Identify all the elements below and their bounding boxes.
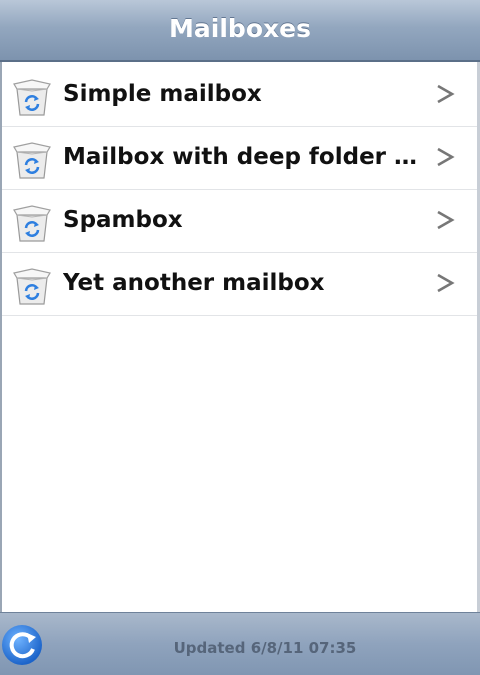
mailbox-label: Mailbox with deep folder hierarchy <box>63 144 425 170</box>
last-updated-status: Updated 6/8/11 07:35 <box>173 639 357 657</box>
mailbox-row-spambox[interactable]: Spambox <box>2 190 477 253</box>
chevron-right-icon <box>437 147 455 167</box>
mailbox-icon <box>13 79 51 116</box>
mailbox-row-deep-folder[interactable]: Mailbox with deep folder hierarchy <box>2 127 477 190</box>
chevron-right-icon <box>437 210 455 230</box>
mailbox-label: Yet another mailbox <box>63 270 325 296</box>
mailbox-row-another[interactable]: Yet another mailbox <box>2 253 477 316</box>
mailbox-row-simple[interactable]: Simple mailbox <box>2 64 477 127</box>
mailbox-label: Spambox <box>63 207 183 233</box>
chevron-right-icon <box>437 84 455 104</box>
refresh-icon <box>2 625 42 665</box>
mailbox-icon <box>13 205 51 242</box>
mailboxes-screen: Mailboxes Simple mailbox Mailbox with de… <box>0 0 480 675</box>
page-title: Mailboxes <box>169 14 311 43</box>
title-bar: Mailboxes <box>0 0 480 62</box>
refresh-button[interactable] <box>0 621 48 669</box>
mailbox-icon <box>13 268 51 305</box>
mailbox-icon <box>13 142 51 179</box>
chevron-right-icon <box>437 273 455 293</box>
mailbox-label: Simple mailbox <box>63 81 262 107</box>
mailbox-list: Simple mailbox Mailbox with deep folder … <box>2 64 477 316</box>
bottom-toolbar: Updated 6/8/11 07:35 <box>0 612 480 675</box>
